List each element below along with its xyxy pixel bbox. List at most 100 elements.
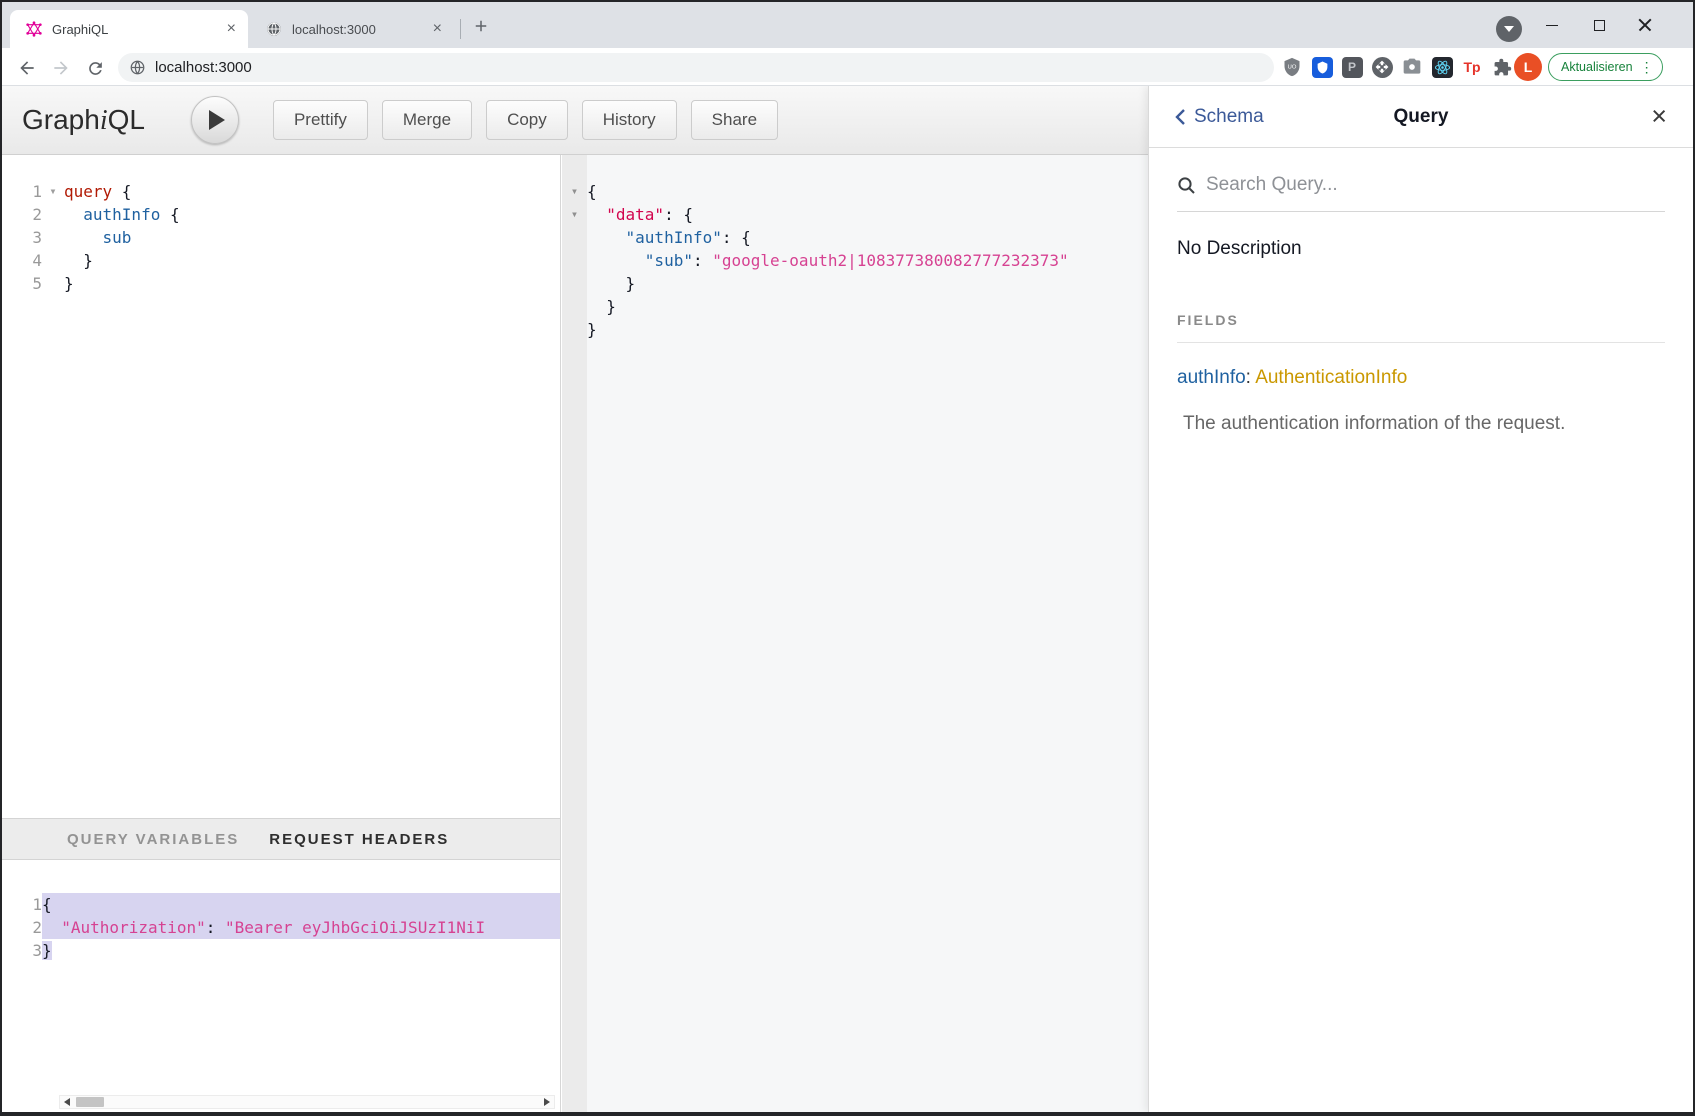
scrollbar-thumb[interactable] — [76, 1097, 104, 1107]
code-line: 1▾query { — [2, 180, 560, 203]
window-maximize-button[interactable] — [1580, 10, 1618, 40]
forward-arrow-icon — [51, 58, 71, 78]
code-text: "sub": "google-oauth2|108377380082777232… — [587, 249, 1148, 272]
profile-avatar[interactable]: L — [1514, 53, 1542, 81]
minimize-icon — [1546, 25, 1558, 26]
extensions-puzzle-icon[interactable] — [1490, 55, 1514, 79]
fold-gutter-cell — [42, 203, 64, 226]
avatar-initial: L — [1524, 59, 1533, 75]
code-text: } — [64, 272, 560, 295]
close-icon — [1638, 18, 1652, 32]
search-icon — [1177, 176, 1196, 195]
toolbar-button-copy[interactable]: Copy — [486, 100, 568, 140]
tab-close-icon[interactable]: × — [433, 21, 442, 37]
toolbar-button-prettify[interactable]: Prettify — [273, 100, 368, 140]
code-line: "authInfo": { — [562, 226, 1148, 249]
graphiql-app: GraphiQL PrettifyMergeCopyHistoryShare 1… — [2, 86, 1693, 1112]
tab-query-variables[interactable]: QUERY VARIABLES — [67, 831, 239, 848]
fold-arrow-icon[interactable]: ▾ — [42, 180, 64, 203]
extension-camera-icon[interactable] — [1400, 55, 1424, 79]
doc-field-name[interactable]: authInfo — [1177, 367, 1246, 388]
code-text: } — [64, 249, 560, 272]
tab-close-icon[interactable]: × — [227, 21, 236, 37]
fold-gutter-cell — [42, 226, 64, 249]
query-editor[interactable]: 1▾query {2 authInfo {3 sub4 }5} — [2, 155, 560, 818]
forward-button[interactable] — [48, 55, 74, 81]
extension-ublock-icon[interactable]: UO — [1280, 55, 1304, 79]
toolbar-button-share[interactable]: Share — [691, 100, 778, 140]
maximize-icon — [1594, 20, 1605, 31]
globe-icon — [266, 21, 282, 37]
tab-request-headers[interactable]: REQUEST HEADERS — [269, 831, 449, 848]
doc-close-icon[interactable]: × — [1651, 103, 1667, 130]
code-text: "Authorization": "Bearer eyJhbGciOiJSUzI… — [42, 916, 560, 939]
line-number: 4 — [2, 249, 42, 272]
doc-search-input[interactable] — [1206, 174, 1665, 196]
fold-gutter-cell — [42, 272, 64, 295]
secondary-editor-tabs: QUERY VARIABLES REQUEST HEADERS — [2, 818, 560, 860]
result-viewer[interactable]: ▾{▾ "data": { "authInfo": { "sub": "goog… — [562, 155, 1148, 1112]
extension-tp-icon[interactable]: Tp — [1460, 55, 1484, 79]
code-line: } — [562, 295, 1148, 318]
browser-toolbar: localhost:3000 UO P — [2, 48, 1693, 86]
reload-icon — [86, 59, 105, 78]
address-bar[interactable]: localhost:3000 — [118, 53, 1274, 82]
code-line: ▾ "data": { — [562, 203, 1148, 226]
window-minimize-button[interactable] — [1533, 10, 1571, 40]
code-line: 1{ — [2, 893, 560, 916]
code-line: } — [562, 272, 1148, 295]
browser-tab-localhost[interactable]: localhost:3000 × — [250, 10, 454, 48]
tab-search-button[interactable] — [1496, 16, 1522, 42]
line-number: 1 — [2, 180, 42, 203]
site-info-globe-icon[interactable] — [130, 60, 145, 75]
code-text: } — [587, 272, 1148, 295]
code-line: } — [562, 318, 1148, 341]
fold-arrow-icon[interactable]: ▾ — [562, 180, 587, 203]
tab-strip: GraphiQL × localhost:3000 × — [2, 2, 1693, 48]
code-text: } — [587, 295, 1148, 318]
horizontal-scrollbar[interactable] — [59, 1095, 555, 1109]
code-text: authInfo { — [64, 203, 560, 226]
toolbar-button-merge[interactable]: Merge — [382, 100, 472, 140]
line-number: 5 — [2, 272, 42, 295]
fold-arrow-icon[interactable]: ▾ — [562, 203, 587, 226]
plus-icon — [472, 17, 490, 35]
new-tab-button[interactable] — [468, 13, 494, 39]
scroll-right-icon[interactable] — [544, 1098, 550, 1106]
browser-menu-icon[interactable]: ⋮ — [1640, 60, 1654, 74]
back-button[interactable] — [14, 55, 40, 81]
extension-react-devtools-icon[interactable] — [1430, 55, 1454, 79]
graphql-logo-icon — [26, 21, 42, 37]
doc-field-description: The authentication information of the re… — [1177, 413, 1665, 435]
extension-p-label: P — [1348, 60, 1356, 74]
extension-bitwarden-icon[interactable] — [1310, 55, 1334, 79]
execute-query-button[interactable] — [191, 96, 239, 144]
update-browser-button[interactable]: Aktualisieren ⋮ — [1548, 53, 1663, 81]
doc-field-row: authInfo: AuthenticationInfo — [1177, 367, 1665, 389]
line-number: 2 — [2, 916, 42, 939]
line-number: 3 — [2, 226, 42, 249]
code-line: 3 sub — [2, 226, 560, 249]
doc-explorer: Schema Query × No Description FIELDS aut… — [1148, 86, 1693, 1112]
request-headers-editor[interactable]: 1{2 "Authorization": "Bearer eyJhbGciOiJ… — [2, 860, 560, 1094]
tab-title: GraphiQL — [52, 22, 227, 37]
reload-button[interactable] — [82, 55, 108, 81]
extension-move-icon[interactable] — [1370, 55, 1394, 79]
scroll-left-icon[interactable] — [64, 1098, 70, 1106]
browser-tab-graphiql[interactable]: GraphiQL × — [10, 10, 248, 48]
window-close-button[interactable] — [1626, 10, 1664, 40]
code-text: { — [587, 180, 1148, 203]
update-button-label: Aktualisieren — [1561, 60, 1633, 74]
fold-gutter-cell — [562, 295, 587, 318]
doc-fields-heading: FIELDS — [1177, 312, 1665, 328]
graphiql-topbar: GraphiQL PrettifyMergeCopyHistoryShare — [2, 86, 1148, 155]
extension-tp-label: Tp — [1463, 59, 1480, 75]
doc-field-type[interactable]: AuthenticationInfo — [1255, 367, 1407, 388]
url-text: localhost:3000 — [155, 59, 252, 76]
chevron-down-icon — [1504, 26, 1514, 32]
toolbar-button-history[interactable]: History — [582, 100, 677, 140]
doc-back-link[interactable]: Schema — [1175, 106, 1264, 128]
extension-p-icon[interactable]: P — [1340, 55, 1364, 79]
browser-window: GraphiQL × localhost:3000 × — [0, 0, 1695, 1116]
code-text: "data": { — [587, 203, 1148, 226]
